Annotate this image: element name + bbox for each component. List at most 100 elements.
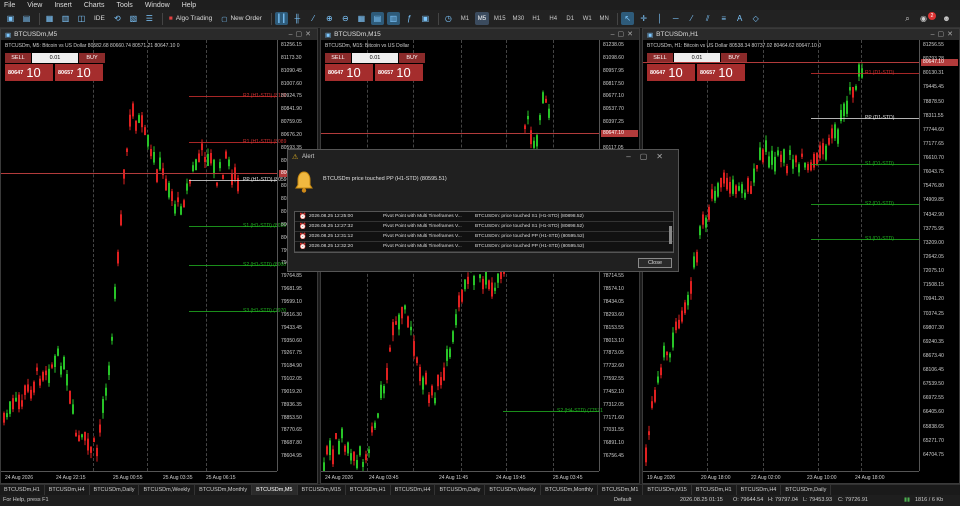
text-tool-icon[interactable]: A (733, 12, 746, 25)
alert-history-row[interactable]: ⏰ 2026.08.25 12:31:12 Pivot Point with Mul… (295, 232, 673, 242)
chart-title-bar[interactable]: ▣ BTCUSDm,H1 –▢✕ (643, 29, 959, 40)
chart-tab[interactable]: BTCUSDm,M1 (598, 484, 644, 496)
timeframe-m5[interactable]: M5 (474, 12, 489, 25)
new-chart-icon[interactable]: ▣ (4, 12, 17, 25)
menu-item-view[interactable]: View (27, 2, 42, 9)
chart-tab[interactable]: BTCUSDm,H1 (692, 484, 737, 496)
line-chart-icon[interactable]: ⁄ (307, 12, 320, 25)
chart-tab[interactable]: BTCUSDm,Daily (90, 484, 140, 496)
timeframe-h4[interactable]: H4 (546, 12, 560, 25)
menu-item-insert[interactable]: Insert (54, 2, 72, 9)
chart-tab[interactable]: BTCUSDm,Daily (435, 484, 486, 496)
alert-title-bar[interactable]: ⚠ Alert –▢✕ (288, 150, 678, 164)
menu-item-file[interactable]: File (4, 2, 15, 9)
menu-item-tools[interactable]: Tools (116, 2, 132, 9)
chart-tab[interactable]: BTCUSDm,Daily (781, 484, 832, 496)
templates-icon[interactable]: ▣ (419, 12, 432, 25)
horizontal-line-icon[interactable]: ─ (669, 12, 682, 25)
chart-title-bar[interactable]: ▣ BTCUSDm,M5 –▢✕ (1, 29, 317, 40)
timeframe-d1[interactable]: D1 (563, 12, 577, 25)
crosshair-icon[interactable]: ✛ (637, 12, 650, 25)
time-axis[interactable]: 19 Aug 2026 20 Aug 18:00 22 Aug 02:00 23 Au… (643, 471, 919, 483)
menu-item-charts[interactable]: Charts (84, 2, 105, 9)
zoom-out-icon[interactable]: ⊖ (339, 12, 352, 25)
window-controls[interactable]: –▢✕ (626, 152, 672, 161)
fibonacci-icon[interactable]: ≡ (717, 12, 730, 25)
timeframe-m15[interactable]: M15 (492, 12, 508, 25)
bar-chart-icon[interactable]: ┃┃ (274, 12, 288, 25)
history-icon[interactable]: ⟲ (111, 12, 124, 25)
avatar[interactable]: ☻ (940, 12, 953, 25)
chart-tab[interactable]: BTCUSDm,Weekly (139, 484, 196, 496)
periods-icon[interactable]: ◷ (442, 12, 455, 25)
search-icon[interactable]: ⌕ (901, 12, 914, 25)
chart-tab[interactable]: BTCUSDm,H1 (0, 484, 45, 496)
chart-plot-area[interactable]: BTCUSDm, H1: Bitcoin vs US Dollar 80538.… (643, 40, 959, 483)
menu-item-help[interactable]: Help (182, 2, 196, 9)
market-watch-icon[interactable]: ▦ (43, 12, 56, 25)
autoscroll-icon[interactable]: ▤ (370, 12, 384, 25)
bid-price-button[interactable]: 80647 10 (5, 64, 53, 81)
chart-tab[interactable]: BTCUSDm,H4 (391, 484, 436, 496)
algo-trading-button[interactable]: ■ Algo Trading (166, 12, 215, 25)
ide-button[interactable]: IDE (91, 12, 108, 25)
chart-tab[interactable]: BTCUSDm,Monthly (195, 484, 253, 496)
volume-input[interactable]: 0.01 (352, 53, 398, 63)
sell-button[interactable]: SELL (325, 53, 351, 63)
data-window-icon[interactable]: ◫ (75, 12, 88, 25)
ask-price-button[interactable]: 80657 10 (375, 64, 423, 81)
buy-button[interactable]: BUY (399, 53, 425, 63)
navigator-icon[interactable]: ▥ (59, 12, 72, 25)
time-axis[interactable]: 24 Aug 2026 24 Aug 22:15 25 Aug 00:55 25 Au… (1, 471, 277, 483)
trendline-icon[interactable]: ⁄ (685, 12, 698, 25)
time-axis[interactable]: 24 Aug 2026 24 Aug 03:45 24 Aug 11:45 24 Au… (321, 471, 599, 483)
chart-window-h1[interactable]: ▣ BTCUSDm,H1 –▢✕ BTCUSDm, H1: Bitcoin vs US… (642, 28, 960, 484)
chart-plot-area[interactable]: BTCUSDm, M5: Bitcoin vs US Dollar 80582.… (1, 40, 317, 483)
alert-history-row[interactable]: ⏰ 2026.08.25 12:32:20 Pivot Point with Mul… (295, 242, 673, 252)
cursor-icon[interactable]: ↖ (621, 12, 635, 25)
channel-icon[interactable]: ⫽ (701, 12, 714, 25)
chart-tab[interactable]: BTCUSDm,M15 (298, 484, 346, 496)
candlestick-icon[interactable]: ╫ (291, 12, 304, 25)
zoom-in-icon[interactable]: ⊕ (323, 12, 336, 25)
tile-windows-icon[interactable]: ▦ (355, 12, 368, 25)
bid-price-button[interactable]: 80647 10 (325, 64, 373, 81)
timeframe-h1[interactable]: H1 (529, 12, 543, 25)
new-order-button[interactable]: ▢ New Order (218, 12, 265, 25)
price-axis[interactable]: 81256.5580793.2880130.3179445.4578878.50… (919, 40, 959, 471)
chart-tab[interactable]: BTCUSDm,Weekly (485, 484, 542, 496)
timeframe-m30[interactable]: M30 (511, 12, 527, 25)
alert-history-row[interactable]: ⏰ 2026.08.25 12:27:32 Pivot Point with Mul… (295, 222, 673, 232)
chart-tab[interactable]: BTCUSDm,H1 (346, 484, 391, 496)
chart-tab[interactable]: BTCUSDm,Monthly (541, 484, 599, 496)
chart-window-m5[interactable]: ▣ BTCUSDm,M5 –▢✕ BTCUSDm, M5: Bitcoin vs US… (0, 28, 318, 484)
close-button[interactable]: Close (638, 258, 672, 268)
window-controls[interactable]: –▢✕ (611, 30, 636, 38)
chart-tab[interactable]: BTCUSDm,H4 (737, 484, 782, 496)
chart-tab[interactable]: BTCUSDm,M5 (252, 484, 298, 496)
indicators-icon[interactable]: ƒ (403, 12, 416, 25)
window-controls[interactable]: –▢✕ (931, 30, 956, 38)
alert-history-list[interactable]: ⏰ 2026.08.25 12:25:00 Pivot Point with Mul… (294, 211, 674, 253)
chart-title-bar[interactable]: ▣ BTCUSDm,M15 –▢✕ (321, 29, 639, 40)
signals-icon[interactable]: ☰ (143, 12, 156, 25)
alert-history-row[interactable]: ⏰ 2026.08.25 12:25:00 Pivot Point with Mul… (295, 212, 673, 222)
volume-input[interactable]: 0.01 (32, 53, 78, 63)
buy-button[interactable]: BUY (79, 53, 105, 63)
profiles-icon[interactable]: ▤ (20, 12, 33, 25)
alert-list-scrollbar[interactable] (669, 226, 672, 244)
timeframe-w1[interactable]: W1 (580, 12, 594, 25)
timeframe-m1[interactable]: M1 (458, 12, 472, 25)
calendar-icon[interactable]: ▧ (127, 12, 140, 25)
ask-price-button[interactable]: 80657 10 (697, 64, 745, 81)
chart-tab[interactable]: BTCUSDm,M15 (643, 484, 692, 496)
sell-button[interactable]: SELL (5, 53, 31, 63)
shapes-icon[interactable]: ◇ (749, 12, 762, 25)
timeframe-mn[interactable]: MN (597, 12, 611, 25)
window-controls[interactable]: –▢✕ (289, 30, 314, 38)
ask-price-button[interactable]: 80657 10 (55, 64, 103, 81)
bid-price-button[interactable]: 80647 10 (647, 64, 695, 81)
chart-tab[interactable]: BTCUSDm,H4 (45, 484, 90, 496)
menu-item-window[interactable]: Window (145, 2, 170, 9)
chart-shift-icon[interactable]: ▥ (386, 12, 400, 25)
